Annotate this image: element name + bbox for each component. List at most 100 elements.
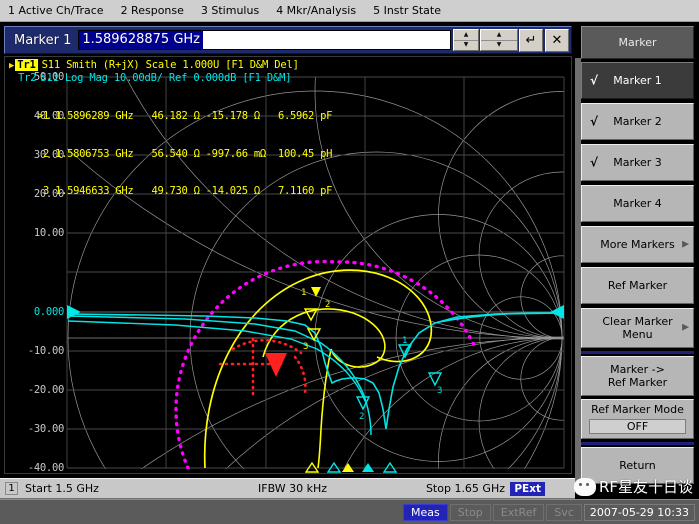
marker-triangle-2-cyan[interactable] xyxy=(327,462,341,473)
entry-label: Marker 1 xyxy=(14,32,72,48)
marker-frequency-value: 1.589628875 GHz xyxy=(79,31,203,49)
trace1-text: S11 Smith (R+jX) Scale 1.000U [F1 D&M De… xyxy=(41,59,299,71)
marker-row-2-x: -997.66 mΩ xyxy=(205,147,267,160)
softkey-label: Marker 4 xyxy=(613,197,662,210)
start-frequency[interactable]: Start 1.5 GHz xyxy=(25,482,99,495)
trace1-chip[interactable]: Tr1 xyxy=(15,59,38,71)
marker-row-3-x: -14.025 Ω xyxy=(205,185,261,197)
softkey-title-marker: Marker xyxy=(581,26,694,59)
trace2-header[interactable]: Tr2 S11 Log Mag 10.00dB/ Ref 0.000dB [F1 … xyxy=(9,72,299,84)
softkey-clear-marker-menu[interactable]: Clear Marker Menu ▶ xyxy=(581,308,694,348)
status-svc[interactable]: Svc xyxy=(546,503,582,521)
marker-row-1-x: -15.178 Ω xyxy=(205,110,261,122)
trace-header-block: ▶ Tr1 S11 Smith (R+jX) Scale 1.000U [F1 D&… xyxy=(9,59,299,84)
y-tick: -10.00 xyxy=(27,345,64,357)
watermark-text: RF星友十日谈 xyxy=(598,478,693,496)
softkey-marker-3[interactable]: √ Marker 3 xyxy=(581,144,694,181)
coarse-stepper-down[interactable]: ▼ xyxy=(454,41,478,51)
marker-frequency-input[interactable]: 1.589628875 GHz xyxy=(78,30,451,50)
trace2-chip[interactable]: Tr2 xyxy=(18,72,37,84)
softkey-group-divider-2 xyxy=(581,442,694,445)
marker-readout-table: >1 1.5896289 GHz 46.182 Ω -15.178 Ω 6.59… xyxy=(37,85,332,223)
chevron-right-icon: ▶ xyxy=(682,322,689,333)
menu-item-active-ch-trace[interactable]: 1 Active Ch/Trace xyxy=(8,4,104,17)
marker-entry-bar: Marker 1 1.589628875 GHz ▲ ▼ ▲ ▼ ↵ ✕ xyxy=(4,26,572,54)
softkey-marker-4[interactable]: Marker 4 xyxy=(581,185,694,222)
chevron-right-icon: ▶ xyxy=(682,239,689,249)
softkey-title-label: Marker xyxy=(618,36,657,49)
svg-text:1: 1 xyxy=(301,288,306,298)
y-tick-zero: 0.000 xyxy=(33,306,64,318)
marker-readout-row: 2 1.5806753 GHz 56.540 Ω -997.66 mΩ 100.… xyxy=(37,148,332,161)
menu-item-response[interactable]: 2 Response xyxy=(121,4,184,17)
system-status-bar: Meas Stop ExtRef Svc 2007-05-29 10:33 xyxy=(0,499,699,524)
menu-item-instr-state[interactable]: 5 Instr State xyxy=(373,4,441,17)
logmag-trace-cyan xyxy=(67,312,561,430)
status-stop[interactable]: Stop xyxy=(449,503,491,521)
marker-row-2-c: 100.45 pH xyxy=(277,147,333,160)
wechat-icon xyxy=(573,477,596,496)
marker-readout-row: 3 1.5946633 GHz 49.730 Ω -14.025 Ω 7.116… xyxy=(37,185,332,198)
softkey-sidebar: Marker √ Marker 1 √ Marker 2 √ Marker 3 … xyxy=(575,22,699,500)
smith-trace-yellow-tail xyxy=(317,348,332,469)
cursor-crosshair xyxy=(218,337,307,399)
enter-button[interactable]: ↵ xyxy=(519,28,543,52)
softkey-ref-marker-mode[interactable]: Ref Marker Mode OFF xyxy=(581,399,694,439)
fine-stepper[interactable]: ▲ ▼ xyxy=(480,29,518,51)
marker-triangle-1-cyan-active[interactable] xyxy=(361,462,375,473)
marker-triangle-3-cyan[interactable] xyxy=(383,462,397,473)
trace1-header[interactable]: ▶ Tr1 S11 Smith (R+jX) Scale 1.000U [F1 D&… xyxy=(9,59,299,72)
svg-text:1: 1 xyxy=(402,336,407,346)
coarse-stepper[interactable]: ▲ ▼ xyxy=(453,29,479,51)
svg-text:3: 3 xyxy=(303,342,308,352)
softkey-marker-1[interactable]: √ Marker 1 xyxy=(581,62,694,99)
port-extension-badge[interactable]: PExt xyxy=(510,481,545,496)
status-extref[interactable]: ExtRef xyxy=(492,503,545,521)
marker-triangle-1-yellow-active[interactable] xyxy=(341,462,355,473)
marker-triangle-2-yellow[interactable] xyxy=(305,462,319,473)
y-tick: -30.00 xyxy=(27,423,64,435)
marker-row-2-r: 56.540 Ω xyxy=(151,147,200,160)
ref-arrow-right xyxy=(550,305,564,319)
softkey-marker-to-ref-marker[interactable]: Marker -> Ref Marker xyxy=(581,356,694,396)
marker-row-2-freq: 1.5806753 GHz xyxy=(55,147,134,160)
marker-row-3-c: 7.1160 pF xyxy=(277,185,333,197)
ifbw-value[interactable]: IFBW 30 kHz xyxy=(258,482,327,495)
menu-item-stimulus[interactable]: 3 Stimulus xyxy=(201,4,259,17)
softkey-label: Clear Marker Menu xyxy=(602,315,673,341)
softkey-ref-marker[interactable]: Ref Marker xyxy=(581,267,694,304)
measurement-graph[interactable]: 1 2 3 1 3 2 ▶ Tr1 S11 Smith (R+jX) Scale… xyxy=(4,56,572,474)
watermark: RF星友十日谈 xyxy=(573,476,693,497)
smith-trace-yellow xyxy=(203,269,433,469)
softkey-label: More Markers xyxy=(600,238,675,251)
menu-item-mkr-analysis[interactable]: 4 Mkr/Analysis xyxy=(276,4,356,17)
stop-frequency[interactable]: Stop 1.65 GHz xyxy=(426,482,505,495)
softkey-marker-2[interactable]: √ Marker 2 xyxy=(581,103,694,140)
marker-row-1-r: 46.182 Ω xyxy=(151,110,200,122)
softkey-label: Marker 2 xyxy=(613,115,662,128)
check-icon: √ xyxy=(590,73,599,87)
softkey-label: Marker 1 xyxy=(613,74,662,87)
check-icon: √ xyxy=(590,114,599,128)
fine-stepper-down[interactable]: ▼ xyxy=(481,41,517,51)
coarse-stepper-up[interactable]: ▲ xyxy=(454,30,478,41)
softkey-group-divider xyxy=(581,351,694,354)
menu-bar: 1 Active Ch/Trace 2 Response 3 Stimulus … xyxy=(0,0,699,22)
logmag-trace-cyan-alt xyxy=(67,315,372,436)
y-tick: -40.00 xyxy=(27,462,64,474)
close-entry-button[interactable]: ✕ xyxy=(545,28,569,52)
softkey-label: Ref Marker xyxy=(607,279,668,292)
fine-stepper-up[interactable]: ▲ xyxy=(481,30,517,41)
marker-row-1-sel: >1 xyxy=(37,110,50,122)
channel-number: 1 xyxy=(5,482,18,495)
y-tick: 10.00 xyxy=(33,227,64,239)
check-icon: √ xyxy=(590,155,599,169)
softkey-label: Ref Marker Mode xyxy=(591,403,684,416)
ref-marker-mode-value[interactable]: OFF xyxy=(589,419,686,434)
status-meas[interactable]: Meas xyxy=(403,503,448,521)
marker-row-2-sel: 2 xyxy=(37,147,50,160)
trace2-text: S11 Log Mag 10.00dB/ Ref 0.000dB [F1 D&M… xyxy=(40,72,292,84)
svg-text:3: 3 xyxy=(437,386,442,396)
vna-application-window: 1 Active Ch/Trace 2 Response 3 Stimulus … xyxy=(0,0,699,524)
softkey-more-markers[interactable]: More Markers ▶ xyxy=(581,226,694,263)
